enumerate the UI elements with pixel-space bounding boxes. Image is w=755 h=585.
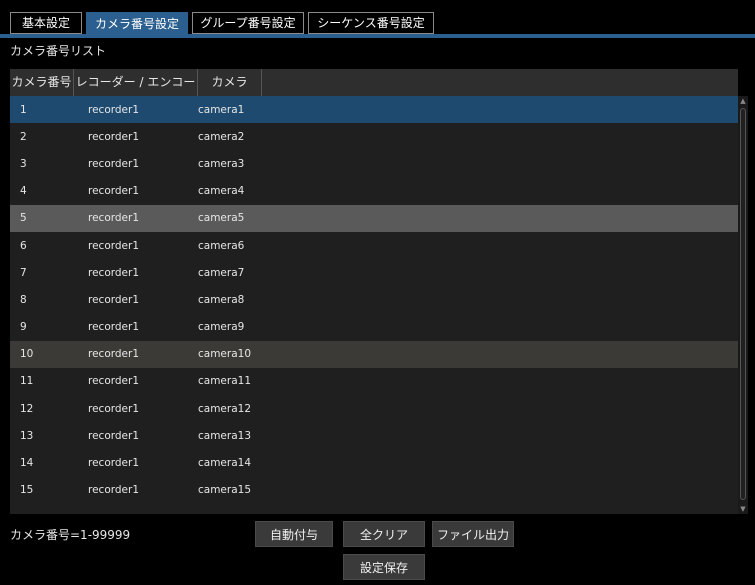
cell-camera: camera8 [198, 293, 245, 306]
camera-list-title: カメラ番号リスト [10, 44, 107, 58]
table-row[interactable]: 10 recorder1 camera10 [10, 340, 738, 368]
cell-camera-number: 15 [20, 484, 34, 497]
cell-camera-number: 11 [20, 375, 34, 388]
cell-camera: camera10 [198, 348, 252, 361]
triangle-down-icon[interactable]: ▼ [738, 504, 748, 514]
column-header-camera-number[interactable]: カメラ番号 [10, 69, 74, 96]
table-row[interactable]: 9 recorder1 camera9 [10, 313, 738, 341]
cell-camera-number: 2 [20, 130, 27, 143]
cell-camera: camera2 [198, 130, 245, 143]
table-row[interactable]: 7 recorder1 camera7 [10, 259, 738, 287]
table-row[interactable]: 4 recorder1 camera4 [10, 177, 738, 205]
cell-camera: camera6 [198, 239, 245, 252]
table-row[interactable]: 6 recorder1 camera6 [10, 231, 738, 260]
cell-camera: camera7 [198, 266, 245, 279]
cell-camera: camera13 [198, 429, 252, 442]
table-header: カメラ番号 レコーダー / エンコーダー カメラ [10, 69, 738, 116]
cell-camera-number: 14 [20, 457, 34, 470]
cell-recorder: recorder1 [88, 293, 139, 306]
cell-camera: camera11 [198, 375, 252, 388]
cell-camera-number: 8 [20, 293, 27, 306]
cell-recorder: recorder1 [88, 103, 139, 116]
tab-basic-settings[interactable]: 基本設定 [10, 12, 82, 34]
cell-recorder: recorder1 [88, 375, 139, 388]
cell-recorder: recorder1 [88, 457, 139, 470]
cell-camera: camera12 [198, 402, 252, 415]
cell-camera: camera15 [198, 484, 252, 497]
cell-recorder: recorder1 [88, 130, 139, 143]
table-body: 1 recorder1 camera1 2 recorder1 camera2 3 recor… [10, 96, 738, 504]
cell-camera-number: 3 [20, 157, 27, 170]
cell-recorder: recorder1 [88, 348, 139, 361]
table-row[interactable]: 13 recorder1 camera13 [10, 422, 738, 450]
table-row[interactable]: 8 recorder1 camera8 [10, 286, 738, 314]
tab-underline [0, 34, 755, 38]
cell-recorder: recorder1 [88, 157, 139, 170]
table-row[interactable]: 14 recorder1 camera14 [10, 449, 738, 477]
cell-camera: camera1 [198, 103, 245, 116]
cell-recorder: recorder1 [88, 402, 139, 415]
camera-number-range-label: カメラ番号=1-99999 [10, 528, 131, 542]
column-header-recorder-encoder[interactable]: レコーダー / エンコーダー [74, 69, 198, 116]
cell-camera-number: 5 [20, 212, 27, 225]
column-header-camera[interactable]: カメラ [198, 69, 262, 96]
cell-recorder: recorder1 [88, 266, 139, 279]
table-row[interactable]: 11 recorder1 camera11 [10, 367, 738, 396]
clear-all-button[interactable]: 全クリア [343, 521, 425, 547]
table-row[interactable]: 1 recorder1 camera1 [10, 96, 738, 124]
scrollbar-thumb[interactable] [740, 108, 746, 500]
table-row[interactable]: 2 recorder1 camera2 [10, 123, 738, 151]
save-settings-button[interactable]: 設定保存 [343, 554, 425, 580]
cell-recorder: recorder1 [88, 484, 139, 497]
table-row[interactable]: 5 recorder1 camera5 [10, 204, 738, 232]
table-row[interactable]: 3 recorder1 camera3 [10, 150, 738, 178]
cell-recorder: recorder1 [88, 239, 139, 252]
auto-assign-button[interactable]: 自動付与 [255, 521, 333, 547]
cell-recorder: recorder1 [88, 185, 139, 198]
table-scrollbar[interactable]: ▲ ▼ [738, 96, 748, 514]
table-row[interactable]: 12 recorder1 camera12 [10, 395, 738, 423]
cell-recorder: recorder1 [88, 321, 139, 334]
cell-camera-number: 9 [20, 321, 27, 334]
table-row[interactable]: 15 recorder1 camera15 [10, 476, 738, 504]
triangle-up-icon[interactable]: ▲ [738, 96, 748, 106]
tab-group-number-settings[interactable]: グループ番号設定 [192, 12, 304, 34]
cell-camera-number: 10 [20, 348, 34, 361]
cell-camera-number: 7 [20, 266, 27, 279]
cell-recorder: recorder1 [88, 429, 139, 442]
tab-sequence-number-settings[interactable]: シーケンス番号設定 [308, 12, 434, 34]
cell-camera: camera3 [198, 157, 245, 170]
cell-camera: camera5 [198, 212, 245, 225]
tab-camera-number-settings[interactable]: カメラ番号設定 [86, 12, 188, 36]
cell-camera-number: 4 [20, 185, 27, 198]
camera-number-table: カメラ番号 レコーダー / エンコーダー カメラ 1 recorder1 camer… [10, 69, 738, 514]
cell-camera-number: 1 [20, 103, 27, 116]
cell-recorder: recorder1 [88, 212, 139, 225]
tab-bar: 基本設定 カメラ番号設定 グループ番号設定 シーケンス番号設定 [10, 12, 438, 36]
cell-camera: camera14 [198, 457, 252, 470]
cell-camera-number: 12 [20, 402, 34, 415]
cell-camera: camera4 [198, 185, 245, 198]
cell-camera-number: 13 [20, 429, 34, 442]
file-export-button[interactable]: ファイル出力 [432, 521, 514, 547]
cell-camera-number: 6 [20, 239, 27, 252]
cell-camera: camera9 [198, 321, 245, 334]
